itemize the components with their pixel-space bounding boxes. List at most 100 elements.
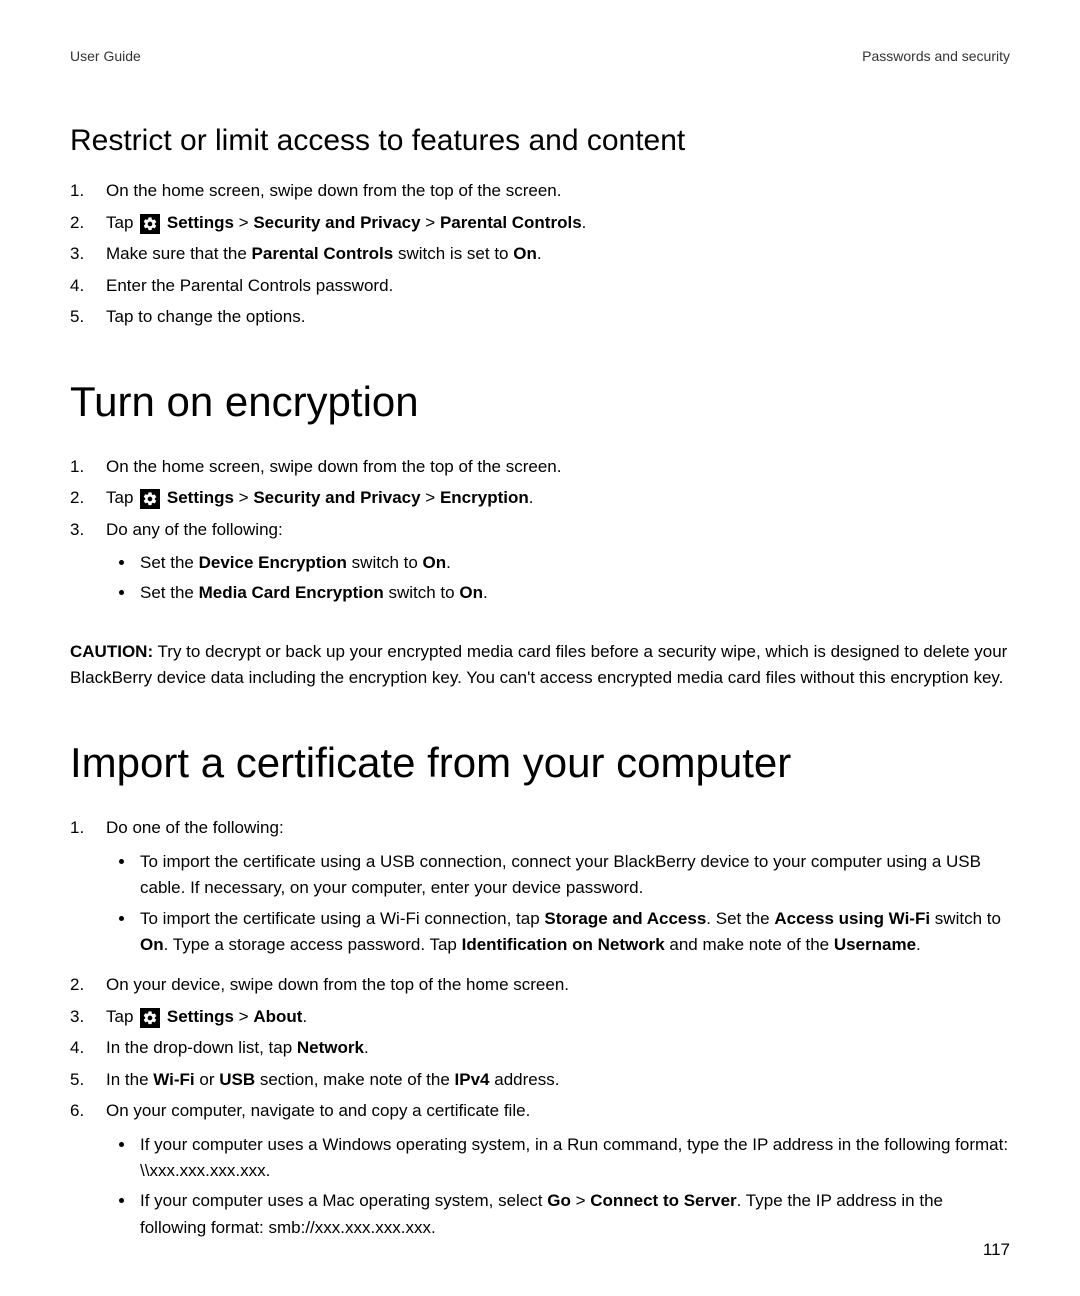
text-bold: Parental Controls bbox=[440, 213, 582, 232]
text: In the drop-down list, tap bbox=[106, 1038, 297, 1057]
text: address. bbox=[490, 1070, 560, 1089]
text-bold: USB bbox=[219, 1070, 255, 1089]
text-bold: Identification on Network bbox=[462, 935, 665, 954]
step-number: 2. bbox=[70, 485, 106, 511]
text: If your computer uses a Mac operating sy… bbox=[140, 1191, 547, 1210]
step-number: 1. bbox=[70, 815, 106, 966]
text-bold: Encryption bbox=[440, 488, 529, 507]
step-text: Tap to change the options. bbox=[106, 304, 1010, 330]
dot: . bbox=[529, 488, 534, 507]
step-number: 3. bbox=[70, 517, 106, 615]
text-bold: Media Card Encryption bbox=[199, 583, 384, 602]
text: Do any of the following: bbox=[106, 520, 283, 539]
list-item: 1. On the home screen, swipe down from t… bbox=[70, 178, 1010, 204]
text-bold: Wi-Fi bbox=[153, 1070, 194, 1089]
list-item: 4. Enter the Parental Controls password. bbox=[70, 273, 1010, 299]
text: switch to bbox=[347, 553, 423, 572]
step-text: Tap Settings > About. bbox=[106, 1004, 1010, 1030]
text: switch to bbox=[930, 909, 1001, 928]
text-bold: Network bbox=[297, 1038, 364, 1057]
separator: > bbox=[234, 213, 253, 232]
step-text: On your device, swipe down from the top … bbox=[106, 972, 1010, 998]
text: and make note of the bbox=[665, 935, 834, 954]
page-number: 117 bbox=[983, 1240, 1010, 1260]
step-number: 2. bbox=[70, 972, 106, 998]
text: On your computer, navigate to and copy a… bbox=[106, 1101, 530, 1120]
step-number: 6. bbox=[70, 1098, 106, 1249]
step-text: Do one of the following: To import the c… bbox=[106, 815, 1010, 966]
list-item: 2. Tap Settings > Security and Privacy >… bbox=[70, 485, 1010, 511]
heading-encryption: Turn on encryption bbox=[70, 378, 1010, 426]
bullet-item: If your computer uses a Windows operatin… bbox=[136, 1132, 1010, 1185]
dot: . bbox=[364, 1038, 369, 1057]
list-item: 5. Tap to change the options. bbox=[70, 304, 1010, 330]
step-number: 2. bbox=[70, 210, 106, 236]
text: . Type a storage access password. Tap bbox=[164, 935, 462, 954]
dot: . bbox=[446, 553, 451, 572]
separator: > bbox=[421, 213, 440, 232]
step-number: 5. bbox=[70, 1067, 106, 1093]
step-number: 1. bbox=[70, 178, 106, 204]
list-item: 3. Tap Settings > About. bbox=[70, 1004, 1010, 1030]
text: switch is set to bbox=[393, 244, 513, 263]
step-number: 4. bbox=[70, 273, 106, 299]
import-steps: 1. Do one of the following: To import th… bbox=[70, 815, 1010, 1249]
text-bold: Settings bbox=[167, 488, 234, 507]
step-text: Enter the Parental Controls password. bbox=[106, 273, 1010, 299]
text-bold: Connect to Server bbox=[590, 1191, 736, 1210]
step-number: 3. bbox=[70, 241, 106, 267]
page: User Guide Passwords and security Restri… bbox=[0, 0, 1080, 1296]
list-item: 3. Do any of the following: Set the Devi… bbox=[70, 517, 1010, 615]
separator: > bbox=[421, 488, 440, 507]
text: Set the bbox=[140, 553, 199, 572]
caution-label: CAUTION: bbox=[70, 642, 153, 661]
step-text: On the home screen, swipe down from the … bbox=[106, 454, 1010, 480]
list-item: 2. On your device, swipe down from the t… bbox=[70, 972, 1010, 998]
restrict-steps: 1. On the home screen, swipe down from t… bbox=[70, 178, 1010, 330]
text-bold: Security and Privacy bbox=[253, 213, 420, 232]
gear-icon bbox=[140, 1008, 160, 1028]
text: section, make note of the bbox=[255, 1070, 454, 1089]
text: To import the certificate using a Wi-Fi … bbox=[140, 909, 544, 928]
list-item: 2. Tap Settings > Security and Privacy >… bbox=[70, 210, 1010, 236]
text-bold: On bbox=[423, 553, 447, 572]
text-bold: On bbox=[140, 935, 164, 954]
header-right: Passwords and security bbox=[862, 48, 1010, 64]
step-text: On the home screen, swipe down from the … bbox=[106, 178, 1010, 204]
step-text: Tap Settings > Security and Privacy > Pa… bbox=[106, 210, 1010, 236]
text-bold: Settings bbox=[167, 1007, 234, 1026]
sub-list: To import the certificate using a USB co… bbox=[106, 849, 1010, 958]
text-bold: Device Encryption bbox=[199, 553, 347, 572]
text-bold: Username bbox=[834, 935, 916, 954]
bullet-item: To import the certificate using a Wi-Fi … bbox=[136, 906, 1010, 959]
dot: . bbox=[483, 583, 488, 602]
text-bold: Access using Wi-Fi bbox=[774, 909, 930, 928]
heading-import: Import a certificate from your computer bbox=[70, 739, 1010, 787]
bullet-item: If your computer uses a Mac operating sy… bbox=[136, 1188, 1010, 1241]
list-item: 4. In the drop-down list, tap Network. bbox=[70, 1035, 1010, 1061]
sub-list: If your computer uses a Windows operatin… bbox=[106, 1132, 1010, 1241]
text: Set the bbox=[140, 583, 199, 602]
step-text: In the drop-down list, tap Network. bbox=[106, 1035, 1010, 1061]
text: Do one of the following: bbox=[106, 818, 284, 837]
caution-text: Try to decrypt or back up your encrypted… bbox=[70, 642, 1007, 687]
step-number: 3. bbox=[70, 1004, 106, 1030]
text: Tap bbox=[106, 488, 138, 507]
text-bold: Settings bbox=[167, 213, 234, 232]
text-bold: On bbox=[513, 244, 537, 263]
text: Tap bbox=[106, 1007, 138, 1026]
bullet-item: To import the certificate using a USB co… bbox=[136, 849, 1010, 902]
encryption-steps: 1. On the home screen, swipe down from t… bbox=[70, 454, 1010, 615]
page-header: User Guide Passwords and security bbox=[70, 48, 1010, 64]
list-item: 5. In the Wi-Fi or USB section, make not… bbox=[70, 1067, 1010, 1093]
dot: . bbox=[537, 244, 542, 263]
separator: > bbox=[234, 488, 253, 507]
text-bold: Storage and Access bbox=[544, 909, 706, 928]
bullet-item: Set the Device Encryption switch to On. bbox=[136, 550, 1010, 576]
text-bold: On bbox=[459, 583, 483, 602]
list-item: 3. Make sure that the Parental Controls … bbox=[70, 241, 1010, 267]
step-text: Make sure that the Parental Controls swi… bbox=[106, 241, 1010, 267]
step-number: 4. bbox=[70, 1035, 106, 1061]
bullet-item: Set the Media Card Encryption switch to … bbox=[136, 580, 1010, 606]
step-text: On your computer, navigate to and copy a… bbox=[106, 1098, 1010, 1249]
